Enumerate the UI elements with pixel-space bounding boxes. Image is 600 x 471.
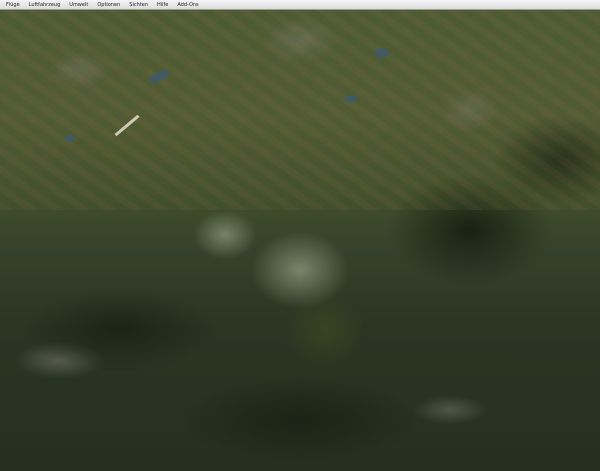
menu-bar: Flüge Luftfahrzeug Umwelt Optionen Sicht… [0, 0, 600, 10]
farm-fields-texture [0, 0, 600, 210]
menu-optionen[interactable]: Optionen [97, 0, 120, 10]
menu-add-ons[interactable]: Add-Ons [177, 0, 198, 10]
lake [375, 48, 389, 58]
menu-sichten[interactable]: Sichten [129, 0, 148, 10]
menu-fluege[interactable]: Flüge [6, 0, 20, 10]
menu-umwelt[interactable]: Umwelt [69, 0, 88, 10]
menu-luftfahrzeug[interactable]: Luftfahrzeug [29, 0, 61, 10]
aerial-scenery-view[interactable] [0, 0, 600, 471]
lake [345, 95, 357, 103]
lake [65, 135, 75, 142]
menu-hilfe[interactable]: Hilfe [157, 0, 168, 10]
